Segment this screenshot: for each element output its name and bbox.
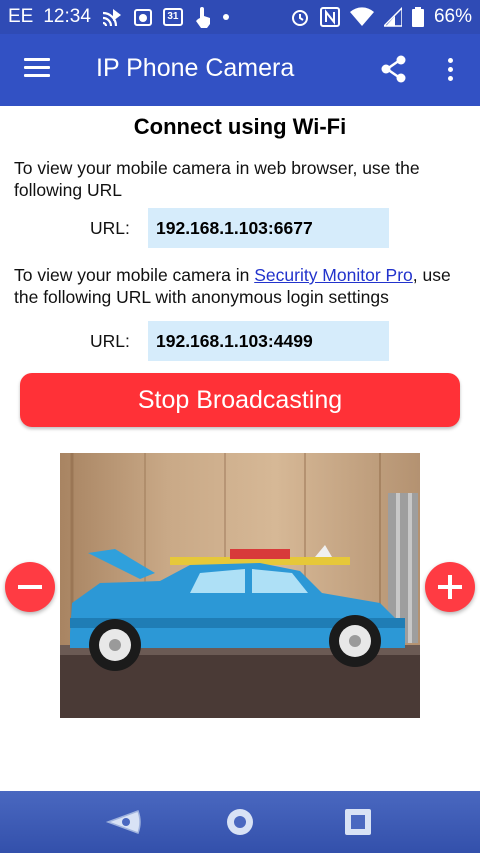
recents-icon[interactable] [338, 805, 378, 839]
calendar-icon: 31 [162, 8, 183, 26]
cast-icon [101, 7, 123, 27]
browser-instructions: To view your mobile camera in web browse… [14, 158, 420, 200]
clock: 12:34 [43, 6, 91, 27]
section-heading: Connect using Wi-Fi [133, 114, 347, 139]
plus-icon-vertical [448, 575, 452, 599]
zoom-out-button[interactable] [5, 562, 55, 612]
menu-icon[interactable] [24, 58, 50, 78]
system-nav-bar [0, 791, 480, 853]
monitor-text-before: To view your mobile camera in [14, 265, 255, 285]
status-bar: EE 12:34 31 66% [0, 0, 480, 34]
status-right: 66% [290, 6, 472, 28]
monitor-url-row: URL: 192.168.1.103:4499 [0, 321, 480, 361]
url-label: URL: [90, 218, 130, 238]
share-icon[interactable] [380, 55, 408, 83]
minus-icon [18, 585, 42, 589]
back-icon[interactable] [104, 805, 144, 839]
dot-icon [222, 14, 229, 20]
battery-icon [411, 7, 424, 27]
alarm-icon [290, 7, 310, 27]
app-title: IP Phone Camera [96, 54, 295, 82]
signal-icon [383, 7, 402, 27]
zoom-in-button[interactable] [425, 562, 475, 612]
url-label: URL: [90, 331, 130, 351]
browser-url-row: URL: 192.168.1.103:6677 [0, 208, 480, 248]
monitor-instructions: To view your mobile camera in Security M… [14, 264, 469, 308]
security-monitor-pro-link[interactable]: Security Monitor Pro [254, 265, 413, 285]
battery-percent: 66% [433, 6, 472, 27]
home-icon[interactable] [220, 805, 260, 839]
status-left: EE 12:34 31 [8, 6, 229, 28]
camera-notification-icon [133, 7, 153, 27]
more-vert-icon[interactable] [440, 56, 460, 84]
touch-icon [193, 6, 213, 28]
app-bar: IP Phone Camera [0, 34, 480, 106]
camera-preview [60, 453, 420, 718]
nfc-icon [319, 7, 340, 27]
camera-preview-image [60, 453, 420, 718]
monitor-url-field[interactable]: 192.168.1.103:4499 [148, 321, 389, 361]
carrier-label: EE [8, 6, 34, 27]
stop-broadcasting-button[interactable]: Stop Broadcasting [20, 373, 460, 427]
browser-url-field[interactable]: 192.168.1.103:6677 [148, 208, 389, 248]
wifi-icon [349, 7, 374, 27]
